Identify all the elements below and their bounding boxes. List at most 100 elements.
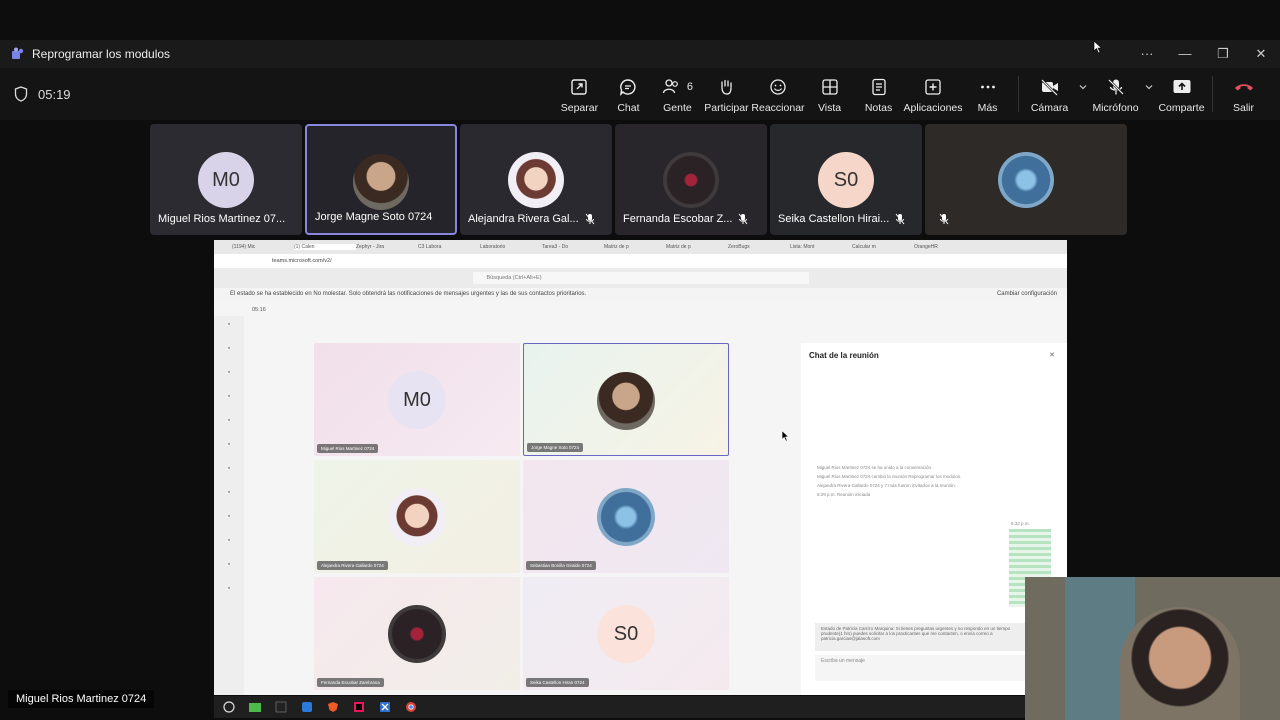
rail-item[interactable]: ● — [214, 508, 244, 532]
mic-off-icon — [895, 213, 905, 225]
inner-participant-tile[interactable]: Fernanda Escobar Zambrana — [314, 577, 520, 690]
chat-message-input[interactable]: Escriba un mensaje — [815, 655, 1035, 681]
teams-app-rail: ● ● ● ● ● ● ● ● ● ● ● ● — [214, 316, 244, 695]
rail-item[interactable]: ● — [214, 484, 244, 508]
brave-icon[interactable] — [320, 698, 346, 716]
popout-button[interactable]: Separar — [555, 76, 603, 116]
more-options-button[interactable]: ··· — [1128, 40, 1166, 68]
browser-tab[interactable]: C3 Labora — [418, 244, 480, 250]
rail-item[interactable]: ● — [214, 556, 244, 580]
notes-icon — [871, 78, 886, 96]
participant-tile[interactable]: M0 Miguel Rios Martinez 07... — [150, 124, 302, 235]
microphone-options-button[interactable] — [1141, 76, 1157, 116]
intellij-icon[interactable] — [346, 698, 372, 716]
apps-button[interactable]: Aplicaciones — [904, 76, 963, 116]
files-icon[interactable] — [242, 698, 268, 716]
inner-participant-tile[interactable]: Alejandra Rivera Gallardo 0724 — [314, 460, 520, 573]
apps-icon — [925, 79, 941, 95]
people-icon — [662, 79, 678, 94]
participant-name: Jorge Magne Soto 0724 — [315, 211, 433, 223]
inner-participant-tile[interactable]: Sebastian Bonilla Giraldo 0724 — [523, 460, 729, 573]
browser-tab[interactable]: ZeroBugs — [728, 244, 790, 250]
self-view-video — [1025, 577, 1280, 720]
rail-item[interactable]: ● — [214, 532, 244, 556]
leave-icon — [1234, 84, 1253, 91]
browser-tab[interactable]: (1) Calen — [294, 244, 356, 250]
share-button[interactable]: Comparte — [1158, 76, 1206, 116]
participant-tile[interactable]: Jorge Magne Soto 0724 — [305, 124, 457, 235]
mic-off-icon — [939, 213, 949, 225]
react-icon — [770, 79, 786, 95]
browser-tab[interactable]: Laboratorio — [480, 244, 542, 250]
view-button[interactable]: Vista — [806, 76, 854, 116]
microphone-button[interactable]: Micrófono — [1092, 76, 1140, 116]
inner-participant-name: Miguel Rios Martinez 0724 — [317, 444, 379, 453]
avatar — [998, 152, 1054, 208]
inner-participant-tile[interactable]: M0 Miguel Rios Martinez 0724 — [314, 343, 520, 456]
maximize-button[interactable]: ❐ — [1204, 40, 1242, 68]
rail-item[interactable]: ● — [214, 460, 244, 484]
chat-icon — [620, 79, 637, 96]
participant-tile[interactable]: Alejandra Rivera Gal... — [460, 124, 612, 235]
rail-item[interactable]: ● — [214, 436, 244, 460]
close-chat-icon[interactable]: ✕ — [1049, 351, 1055, 359]
rail-item[interactable]: ● — [214, 580, 244, 604]
document-icon[interactable] — [294, 698, 320, 716]
chrome-icon[interactable] — [398, 698, 424, 716]
rail-item[interactable]: ● — [214, 340, 244, 364]
chevron-down-icon — [1079, 85, 1086, 90]
participant-tile[interactable]: S0 Seika Castellon Hirai... — [770, 124, 922, 235]
browser-tab[interactable]: Matriz de p — [604, 244, 666, 250]
address-bar[interactable]: teams.microsoft.com/v2/ — [214, 254, 1067, 268]
terminal-icon[interactable] — [268, 698, 294, 716]
minimize-button[interactable]: — — [1166, 40, 1204, 68]
more-button[interactable]: Más — [964, 76, 1012, 116]
teams-icon — [12, 47, 24, 59]
view-icon — [821, 79, 838, 95]
react-button[interactable]: Reaccionar — [751, 76, 805, 116]
notes-button[interactable]: Notas — [855, 76, 903, 116]
browser-tab[interactable]: OrangeHR — [914, 244, 976, 250]
self-view-person — [1120, 607, 1240, 720]
inner-meeting-bar: 05:16 — [214, 300, 1067, 320]
browser-tab[interactable]: Lista: Mont — [790, 244, 852, 250]
raise-hand-button[interactable]: Participar — [702, 76, 750, 116]
camera-button[interactable]: Cámara — [1026, 76, 1074, 116]
browser-tab[interactable]: Calcular m — [852, 244, 914, 250]
rail-item[interactable]: ● — [214, 412, 244, 436]
leave-button[interactable]: Salir — [1220, 76, 1268, 116]
participant-tile[interactable]: Fernanda Escobar Z... — [615, 124, 767, 235]
browser-tab[interactable]: Matriz de p — [666, 244, 728, 250]
shield-icon — [14, 86, 28, 102]
mic-off-icon — [585, 213, 595, 225]
people-button[interactable]: 6 Gente — [653, 76, 701, 116]
browser-tab[interactable]: (1194) Mic — [232, 244, 294, 250]
chat-button[interactable]: Chat — [604, 76, 652, 116]
change-settings-link[interactable]: Cambiar configuración — [997, 291, 1057, 297]
share-icon — [1173, 80, 1190, 93]
more-icon — [980, 85, 995, 89]
browser-tab[interactable]: Zephyr - Jira — [356, 244, 418, 250]
taskbar — [214, 696, 1025, 718]
participant-tile[interactable] — [925, 124, 1127, 235]
inner-participant-name: Jorge Magne Soto 0724 — [527, 443, 584, 452]
avatar — [597, 488, 655, 546]
participant-name: Fernanda Escobar Z... — [623, 213, 748, 225]
close-button[interactable]: ✕ — [1242, 40, 1280, 68]
chat-event: Alejandra Rivera Gallardo 0724 y 7 más f… — [817, 483, 956, 488]
dnd-notice: El estado se ha establecido en No molest… — [214, 288, 1067, 300]
shared-screen: (1194) Mic (1) Calen Zephyr - Jira C3 La… — [214, 240, 1067, 695]
participant-name: Alejandra Rivera Gal... — [468, 213, 595, 225]
teams-search-input[interactable]: Búsqueda (Ctrl+Alt+E) — [472, 272, 809, 284]
mic-off-icon — [1107, 79, 1124, 95]
camera-options-button[interactable] — [1075, 76, 1091, 116]
avatar — [663, 152, 719, 208]
inner-participant-tile[interactable]: S0 Seika Castellon Hiran 0724 — [523, 577, 729, 690]
start-icon[interactable] — [216, 698, 242, 716]
rail-item[interactable]: ● — [214, 388, 244, 412]
browser-tab[interactable]: Tarea3 - Do — [542, 244, 604, 250]
vscode-icon[interactable] — [372, 698, 398, 716]
rail-item[interactable]: ● — [214, 364, 244, 388]
rail-item[interactable]: ● — [214, 316, 244, 340]
inner-participant-tile[interactable]: Jorge Magne Soto 0724 — [523, 343, 729, 456]
